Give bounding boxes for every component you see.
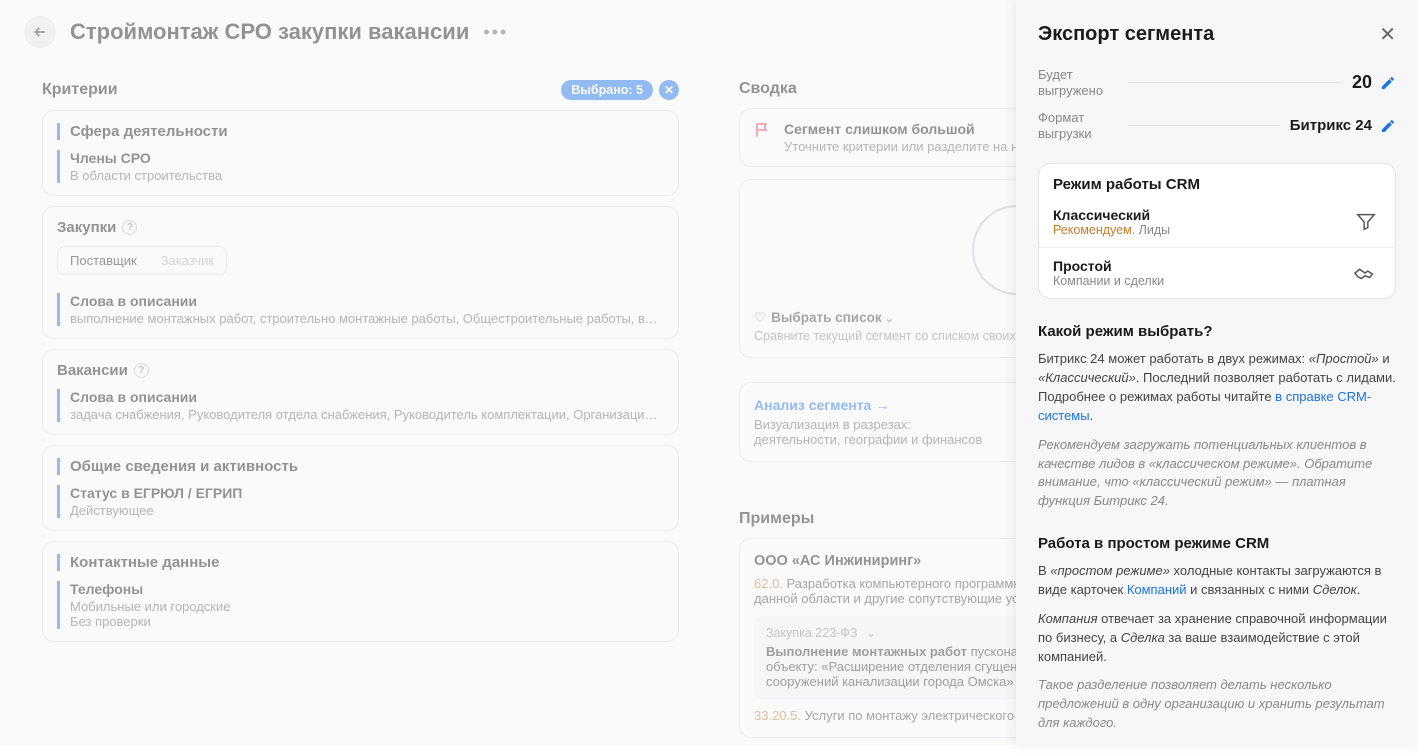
export-count-value: 20 [1352,72,1372,93]
help-p2: Рекомендуем загружать потенциальных клие… [1038,436,1396,511]
export-count-row: Будет выгружено 20 [1038,61,1396,104]
help-p1: Битрикс 24 может работать в двух режимах… [1038,350,1396,425]
help-heading-1: Какой режим выбрать? [1038,323,1396,340]
export-format-label: Формат выгрузки [1038,110,1118,141]
help-p5: Такое разделение позволяет делать нескол… [1038,676,1396,733]
mode-simple-sub: Компании и сделки [1053,274,1164,288]
help-p3: В «простом режиме» холодные контакты заг… [1038,562,1396,600]
crm-mode-simple[interactable]: Простой Компании и сделки [1039,247,1395,298]
handshake-icon [1351,262,1381,284]
edit-icon[interactable] [1380,118,1396,134]
crm-mode-title: Режим работы CRM [1039,164,1395,197]
crm-mode-classic[interactable]: Классический Рекомендуем. Лиды [1039,197,1395,247]
crm-mode-section: Режим работы CRM Классический Рекомендуе… [1038,163,1396,299]
funnel-icon [1351,211,1381,233]
help-p4: Компания отвечает за хранение справочной… [1038,610,1396,667]
mode-simple-label: Простой [1053,258,1164,274]
export-count-label: Будет выгружено [1038,67,1118,98]
mode-classic-rec: Рекомендуем. [1053,223,1135,237]
export-format-row: Формат выгрузки Битрикс 24 [1038,104,1396,147]
drawer-title: Экспорт сегмента [1038,23,1214,46]
companies-link[interactable]: Компаний [1127,582,1187,597]
mode-classic-sub: Лиды [1135,223,1170,237]
help-heading-2: Работа в простом режиме CRM [1038,535,1396,552]
export-segment-drawer: Экспорт сегмента ✕ Будет выгружено 20 Фо… [1016,0,1418,745]
export-format-value: Битрикс 24 [1290,117,1372,134]
edit-icon[interactable] [1380,75,1396,91]
mode-classic-label: Классический [1053,207,1170,223]
close-drawer-button[interactable]: ✕ [1379,22,1396,47]
